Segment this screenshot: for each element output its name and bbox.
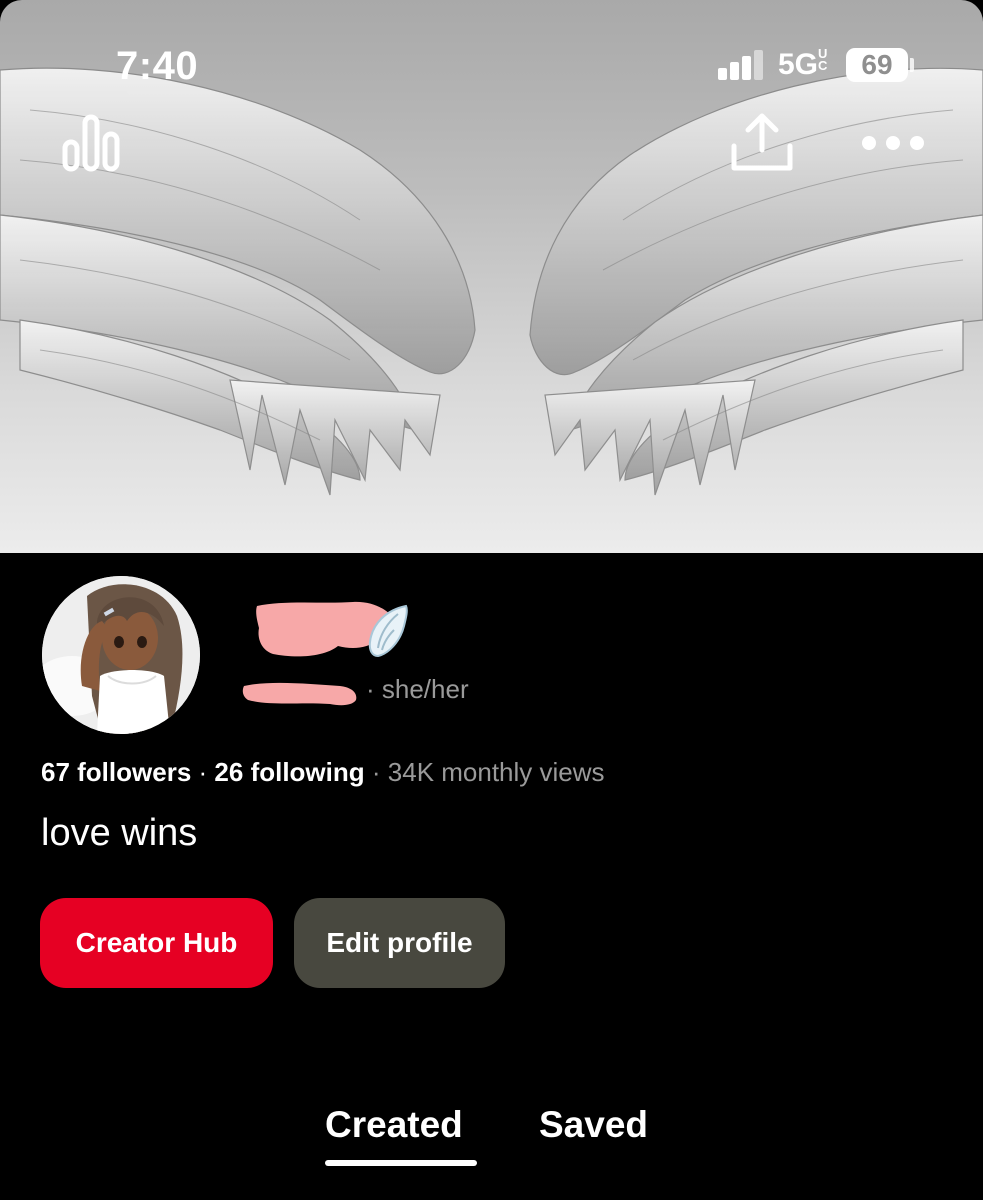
stats-separator: · xyxy=(198,757,208,787)
avatar[interactable] xyxy=(42,576,200,734)
creator-hub-button[interactable]: Creator Hub xyxy=(40,898,273,988)
following-count[interactable]: 26 following xyxy=(214,757,364,787)
followers-count[interactable]: 67 followers xyxy=(41,757,191,787)
bar-chart-icon[interactable] xyxy=(62,114,120,172)
network-type: 5GUC xyxy=(778,46,830,82)
avatar-illustration xyxy=(42,576,200,734)
tab-saved[interactable]: Saved xyxy=(539,1104,648,1146)
battery-icon: 69 xyxy=(846,48,908,82)
battery-tip xyxy=(910,58,914,72)
signal-strength-icon xyxy=(718,50,768,80)
status-bar: 7:40 5GUC 69 xyxy=(0,0,983,110)
wing-icon xyxy=(368,604,408,658)
edit-profile-button[interactable]: Edit profile xyxy=(294,898,505,988)
username-redacted xyxy=(242,682,357,706)
profile-bio: love wins xyxy=(41,812,198,854)
pronouns: · she/her xyxy=(366,674,469,704)
battery-level: 69 xyxy=(861,49,893,80)
tab-created[interactable]: Created xyxy=(325,1104,463,1146)
monthly-views: · 34K monthly views xyxy=(371,757,605,787)
more-dots-icon[interactable] xyxy=(860,133,926,153)
network-label: 5G xyxy=(778,48,819,81)
profile-cover-image[interactable]: 7:40 5GUC 69 xyxy=(0,0,983,553)
share-icon[interactable] xyxy=(730,112,794,172)
profile-screen: 7:40 5GUC 69 · she/her 67 followers · 26… xyxy=(0,0,983,1200)
network-suffix: UC xyxy=(818,46,828,73)
tab-selected-indicator xyxy=(325,1160,477,1166)
profile-stats: 67 followers · 26 following · 34K monthl… xyxy=(41,757,605,788)
status-time: 7:40 xyxy=(116,44,199,88)
